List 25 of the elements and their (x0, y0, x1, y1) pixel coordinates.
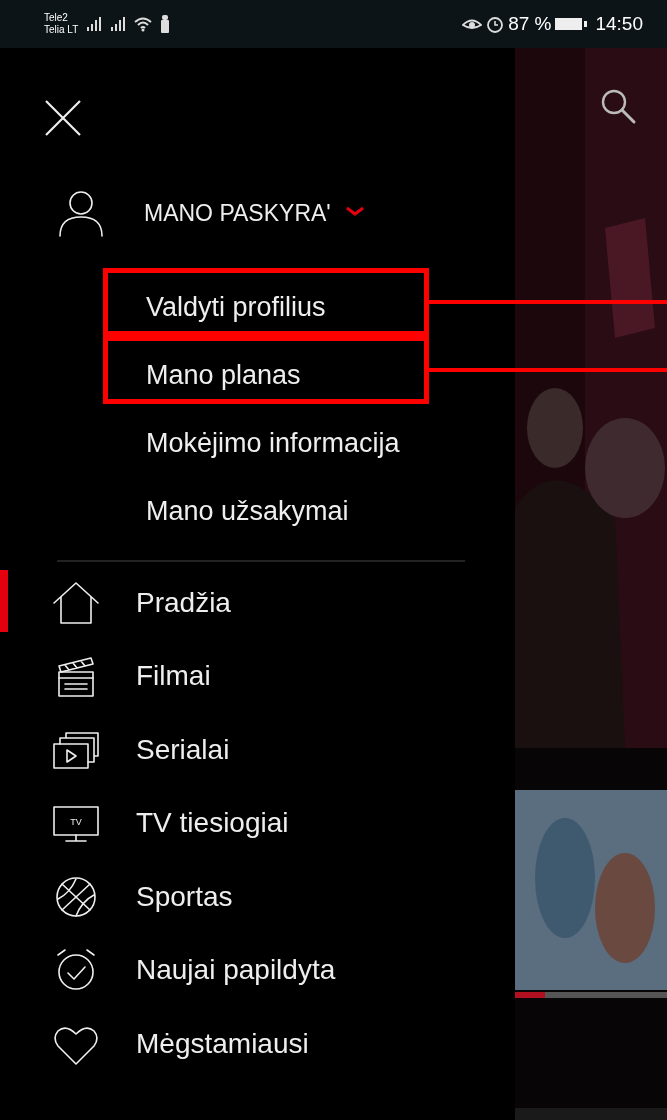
submenu-item[interactable]: Mokėjimo informacija (103, 404, 429, 472)
account-menu[interactable]: MANO PASKYRA' (144, 195, 365, 231)
submenu-item[interactable]: Mano planas (103, 336, 429, 404)
close-icon (43, 98, 83, 138)
nav-item[interactable]: Naujai papildyta (8, 933, 515, 1007)
battery-percent: 87 % (508, 11, 552, 36)
carrier-name: Tele2 (44, 12, 69, 24)
nav-item[interactable]: Filmai (8, 639, 515, 713)
submenu-item[interactable]: Mano užsakymai (103, 472, 429, 540)
submenu-item[interactable]: Valdyti profilius (103, 268, 429, 336)
signal-icon (86, 16, 103, 32)
clock-time: 14:50 (595, 11, 643, 36)
nav-item[interactable]: TV TV tiesiogiai (8, 786, 515, 860)
signal-icon (110, 16, 127, 32)
close-button[interactable] (43, 98, 83, 138)
nav-item[interactable]: Pradžia (8, 566, 515, 640)
battery-icon (555, 16, 588, 32)
wifi-icon (134, 16, 153, 32)
nav-item[interactable]: Sportas (8, 860, 515, 934)
carrier-name: Telia LT (44, 24, 79, 36)
alarm-icon (486, 15, 505, 33)
nav-item[interactable]: Serialai (8, 713, 515, 787)
user-icon (56, 188, 106, 238)
nav-item[interactable]: Mėgstamiausi (8, 1007, 515, 1081)
eye-icon (462, 17, 483, 31)
